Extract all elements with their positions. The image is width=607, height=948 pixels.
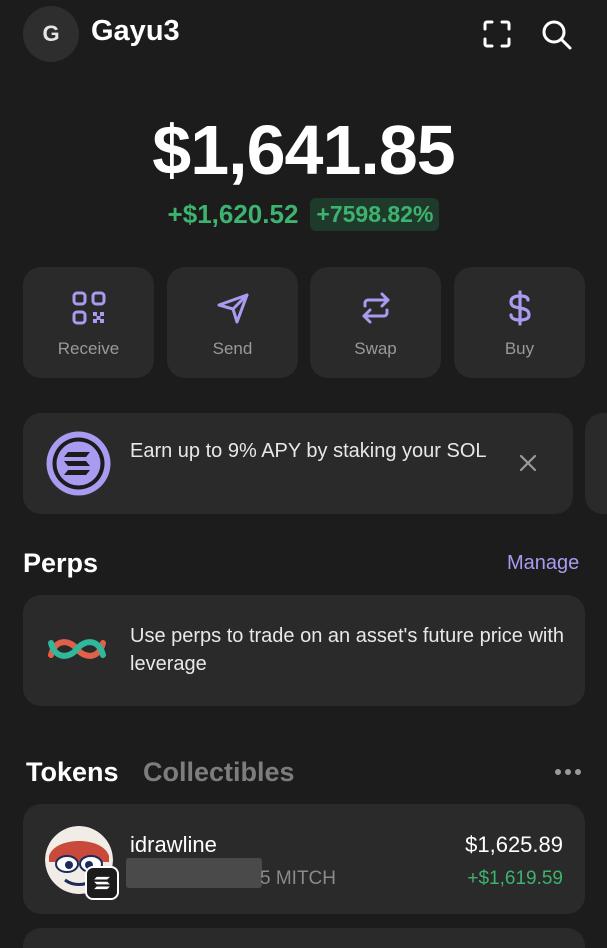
avatar-initial: G	[42, 21, 60, 46]
balance-change-row: +$1,620.52 +7598.82%	[0, 198, 607, 231]
total-balance: $1,641.85	[152, 111, 455, 189]
swap-label: Swap	[354, 339, 397, 358]
redacted-amount	[126, 858, 262, 888]
perps-section-title: Perps	[23, 548, 99, 578]
account-avatar[interactable]: G	[23, 6, 79, 62]
balance-change-percent: +7598.82%	[310, 198, 440, 231]
solana-icon	[45, 430, 112, 497]
send-label: Send	[212, 339, 253, 358]
send-button[interactable]: Send	[167, 267, 298, 378]
search-icon[interactable]	[538, 16, 574, 52]
swap-icon	[357, 289, 395, 327]
receive-label: Receive	[57, 339, 120, 358]
account-name[interactable]: Gayu3	[91, 15, 180, 48]
solana-chain-badge-icon	[85, 866, 119, 900]
perps-logo-icon	[45, 629, 109, 669]
token-name: idrawline	[130, 832, 217, 857]
token-row[interactable]: idrawline 5 MITCH $1,625.89 +$1,619.59	[23, 804, 585, 914]
staking-banner-text: Earn up to 9% APY by staking your SOL	[130, 440, 487, 462]
perps-manage-link[interactable]: Manage	[507, 552, 579, 575]
token-change: +$1,619.59	[467, 868, 563, 889]
more-options-icon[interactable]	[553, 765, 583, 779]
token-row-next[interactable]	[23, 928, 585, 948]
close-icon[interactable]	[515, 450, 541, 476]
scan-icon[interactable]	[479, 16, 515, 52]
tab-tokens[interactable]: Tokens	[26, 757, 119, 788]
balance-change-amount: +$1,620.52	[167, 199, 299, 229]
buy-button[interactable]: Buy	[454, 267, 585, 378]
send-icon	[214, 289, 252, 327]
receive-button[interactable]: Receive	[23, 267, 154, 378]
token-amount: 5 MITCH	[260, 868, 336, 889]
qr-code-icon	[70, 289, 108, 327]
token-value: $1,625.89	[465, 832, 563, 857]
swap-button[interactable]: Swap	[310, 267, 441, 378]
buy-label: Buy	[504, 339, 535, 358]
next-banner-card[interactable]	[585, 413, 607, 514]
perps-promo-text: Use perps to trade on an asset's future …	[130, 625, 565, 675]
dollar-icon	[501, 289, 539, 327]
staking-banner[interactable]: Earn up to 9% APY by staking your SOL	[23, 413, 573, 514]
perps-promo-card[interactable]: Use perps to trade on an asset's future …	[23, 595, 585, 706]
tab-collectibles[interactable]: Collectibles	[143, 757, 295, 788]
